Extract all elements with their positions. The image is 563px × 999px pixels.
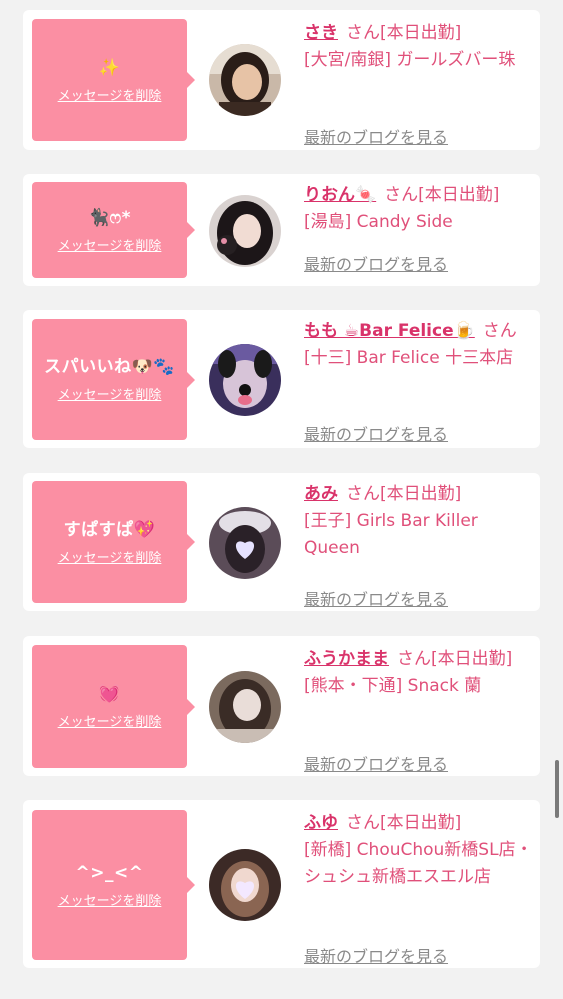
latest-blog-link[interactable]: 最新のブログを見る bbox=[304, 946, 448, 968]
scrollbar-thumb[interactable] bbox=[555, 760, 559, 818]
latest-blog-link[interactable]: 最新のブログを見る bbox=[304, 424, 448, 446]
message-text: 💓 bbox=[98, 684, 121, 704]
message-bubble: 🐈‍⬛ෆ* メッセージを削除 bbox=[32, 182, 195, 278]
latest-blog-link[interactable]: 最新のブログを見る bbox=[304, 127, 448, 149]
shop-name: [熊本・下通] Snack 蘭 bbox=[304, 676, 482, 696]
info: ふうかまま さん[本日出勤] [熊本・下通] Snack 蘭 最新のブログを見る bbox=[304, 646, 534, 774]
message-bubble: ^>_<^ メッセージを削除 bbox=[32, 810, 195, 960]
delete-message-link[interactable]: メッセージを削除 bbox=[58, 711, 162, 730]
message-text: ✨ bbox=[98, 57, 121, 78]
avatar[interactable] bbox=[209, 671, 281, 743]
cast-name-link[interactable]: さき bbox=[304, 23, 338, 43]
name-suffix: さん[本日出勤] bbox=[384, 185, 500, 205]
dog-filter-photo-avatar-icon bbox=[209, 344, 281, 416]
blurred-face-photo-avatar-icon bbox=[209, 671, 281, 743]
delete-message-link[interactable]: メッセージを削除 bbox=[58, 85, 162, 104]
shop-name: [大宮/南銀] ガールズバー珠 bbox=[304, 50, 516, 70]
message-bubble: ✨ メッセージを削除 bbox=[32, 19, 195, 141]
avatar[interactable] bbox=[209, 344, 281, 416]
message-text: 🐈‍⬛ෆ* bbox=[87, 207, 132, 228]
heart-masked-photo-avatar-icon bbox=[209, 849, 281, 921]
woman-photo-avatar-icon bbox=[209, 44, 281, 116]
shop-name: [十三] Bar Felice 十三本店 bbox=[304, 348, 514, 368]
latest-blog-link[interactable]: 最新のブログを見る bbox=[304, 589, 448, 611]
cast-name-link[interactable]: りおん🍬 bbox=[304, 185, 376, 205]
delete-message-link[interactable]: メッセージを削除 bbox=[58, 547, 162, 566]
info: あみ さん[本日出勤] [王子] Girls Bar Killer Queen 最… bbox=[304, 481, 534, 609]
cast-name-link[interactable]: ふゆ bbox=[304, 813, 338, 833]
name-suffix: さん[本日出勤] bbox=[346, 813, 462, 833]
message-text: スパいいね🐶🐾 bbox=[44, 357, 175, 377]
message-text: ^>_<^ bbox=[75, 862, 144, 883]
delete-message-link[interactable]: メッセージを削除 bbox=[58, 384, 162, 403]
list-item: ✨ メッセージを削除 さき さん[本日出勤] [大宮/南銀] ガールズバー珠 最新… bbox=[23, 10, 540, 150]
message-bubble: すぱすぱ💖 メッセージを削除 bbox=[32, 481, 195, 603]
cast-name-link[interactable]: あみ bbox=[304, 484, 338, 504]
shop-name: [王子] Girls Bar Killer Queen bbox=[304, 511, 478, 558]
list-item: ^>_<^ メッセージを削除 ふゆ さん[本日出勤] [新橋] ChouChou新… bbox=[23, 800, 540, 968]
shop-name: [新橋] ChouChou新橋SL店・シュシュ新橋エスエル店 bbox=[304, 840, 533, 887]
name-suffix: さん[本日出勤] bbox=[346, 484, 462, 504]
info: さき さん[本日出勤] [大宮/南銀] ガールズバー珠 最新のブログを見る bbox=[304, 20, 534, 147]
avatar[interactable] bbox=[209, 195, 281, 267]
cast-name-link[interactable]: もも ☕Bar Felice🍺 bbox=[304, 321, 475, 341]
shop-name: [湯島] Candy Side bbox=[304, 212, 453, 232]
delete-message-link[interactable]: メッセージを削除 bbox=[58, 890, 162, 909]
latest-blog-link[interactable]: 最新のブログを見る bbox=[304, 754, 448, 776]
delete-message-link[interactable]: メッセージを削除 bbox=[58, 235, 162, 254]
info: ふゆ さん[本日出勤] [新橋] ChouChou新橋SL店・シュシュ新橋エスエル… bbox=[304, 810, 534, 966]
name-suffix: さん bbox=[482, 321, 517, 341]
list-item: 🐈‍⬛ෆ* メッセージを削除 りおん🍬 さん[本日出勤] [湯島] Candy S… bbox=[23, 174, 540, 286]
info: りおん🍬 さん[本日出勤] [湯島] Candy Side 最新のブログを見る bbox=[304, 182, 534, 274]
avatar[interactable] bbox=[209, 507, 281, 579]
latest-blog-link[interactable]: 最新のブログを見る bbox=[304, 254, 448, 276]
list-item: すぱすぱ💖 メッセージを削除 あみ さん[本日出勤] [王子] Girls Bar… bbox=[23, 473, 540, 611]
message-bubble: スパいいね🐶🐾 メッセージを削除 bbox=[32, 319, 195, 440]
avatar[interactable] bbox=[209, 44, 281, 116]
message-bubble: 💓 メッセージを削除 bbox=[32, 645, 195, 768]
message-text: すぱすぱ💖 bbox=[63, 519, 156, 540]
woman-photo-avatar-icon bbox=[209, 195, 281, 267]
name-suffix: さん[本日出勤] bbox=[397, 649, 513, 669]
cast-name-link[interactable]: ふうかまま bbox=[304, 649, 389, 669]
avatar[interactable] bbox=[209, 849, 281, 921]
name-suffix: さん[本日出勤] bbox=[346, 23, 462, 43]
list-item: 💓 メッセージを削除 ふうかまま さん[本日出勤] [熊本・下通] Snack 蘭… bbox=[23, 636, 540, 776]
heart-masked-photo-avatar-icon bbox=[209, 507, 281, 579]
list-item: スパいいね🐶🐾 メッセージを削除 もも ☕Bar Felice🍺 さん [十三] … bbox=[23, 310, 540, 448]
info: もも ☕Bar Felice🍺 さん [十三] Bar Felice 十三本店 最… bbox=[304, 318, 534, 444]
